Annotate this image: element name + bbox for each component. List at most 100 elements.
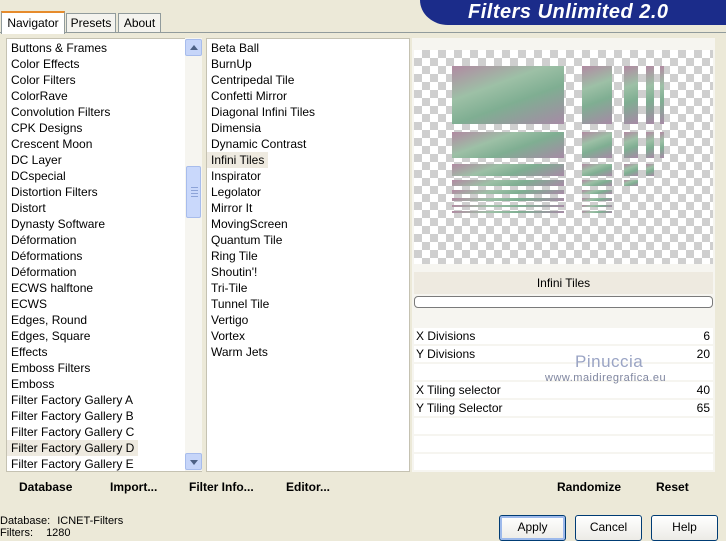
category-item[interactable]: DC Layer	[7, 152, 66, 168]
progress-bar	[414, 296, 713, 308]
help-button[interactable]: Help	[651, 515, 718, 541]
param-value: 40	[696, 383, 710, 397]
reset-button[interactable]: Reset	[656, 480, 689, 494]
category-item[interactable]: Buttons & Frames	[7, 40, 111, 56]
filter-item[interactable]: Ring Tile	[207, 248, 262, 264]
tab-navigator[interactable]: Navigator	[1, 11, 65, 34]
category-scrollbar[interactable]	[185, 38, 202, 471]
filter-item[interactable]: MovingScreen	[207, 216, 292, 232]
editor-button[interactable]: Editor...	[286, 480, 330, 494]
filter-item[interactable]: Shoutin'!	[207, 264, 261, 280]
database-button[interactable]: Database	[19, 480, 72, 494]
filter-item[interactable]: Infini Tiles	[207, 152, 269, 168]
preview-tile	[646, 132, 654, 158]
filter-item[interactable]: Confetti Mirror	[207, 88, 291, 104]
category-item[interactable]: ECWS	[7, 296, 51, 312]
selected-filter-name: Infini Tiles	[414, 272, 713, 294]
category-item[interactable]: ColorRave	[7, 88, 72, 104]
filter-item[interactable]: Inspirator	[207, 168, 265, 184]
param-slider-y-tiling-selector[interactable]: Y Tiling Selector 65	[414, 400, 713, 416]
filter-item[interactable]: Tunnel Tile	[207, 296, 273, 312]
filter-list[interactable]: Beta Ball BurnUp Centripedal Tile Confetti …	[206, 38, 410, 472]
tab-about[interactable]: About	[118, 13, 161, 32]
randomize-button[interactable]: Randomize	[557, 480, 621, 494]
cancel-button[interactable]: Cancel	[575, 515, 642, 541]
category-item[interactable]: Filter Factory Gallery D	[7, 440, 139, 456]
app-banner: Filters Unlimited 2.0	[420, 0, 726, 25]
preview-tile	[582, 211, 612, 213]
filter-item[interactable]: BurnUp	[207, 56, 256, 72]
category-item[interactable]: Filter Factory Gallery B	[7, 408, 138, 424]
watermark-name: Pinuccia	[575, 352, 644, 371]
category-item[interactable]: Déformation	[7, 264, 80, 280]
chevron-down-icon	[190, 460, 198, 465]
category-item[interactable]: Filter Factory Gallery C	[7, 424, 138, 440]
param-value: 65	[696, 401, 710, 415]
scroll-up-button[interactable]	[185, 39, 202, 56]
filter-item[interactable]: Quantum Tile	[207, 232, 286, 248]
category-item[interactable]: Edges, Round	[7, 312, 91, 328]
category-item[interactable]: Crescent Moon	[7, 136, 96, 152]
category-item[interactable]: Déformations	[7, 248, 86, 264]
database-value: ICNET-Filters	[57, 515, 124, 527]
tab-presets[interactable]: Presets	[66, 13, 116, 32]
category-item[interactable]: CPK Designs	[7, 120, 86, 136]
filter-item[interactable]: Legolator	[207, 184, 265, 200]
param-slider-x-tiling-selector[interactable]: X Tiling selector 40	[414, 382, 713, 398]
preview-tile	[660, 66, 664, 124]
filter-item[interactable]: Dimensia	[207, 120, 265, 136]
import-button[interactable]: Import...	[110, 480, 157, 494]
category-item[interactable]: ECWS halftone	[7, 280, 97, 296]
category-item[interactable]: Color Effects	[7, 56, 83, 72]
filter-item[interactable]: Tri-Tile	[207, 280, 251, 296]
category-item[interactable]: Convolution Filters	[7, 104, 114, 120]
filter-item[interactable]: Warm Jets	[207, 344, 272, 360]
param-label: Y Divisions	[416, 347, 476, 361]
category-item[interactable]: Emboss	[7, 376, 58, 392]
preview-tile	[624, 132, 638, 158]
category-list[interactable]: Buttons & Frames Color Effects Color Filte…	[6, 38, 202, 472]
chevron-up-icon	[190, 45, 198, 50]
tab-divider	[0, 32, 726, 33]
category-item[interactable]: Emboss Filters	[7, 360, 94, 376]
grip-line	[191, 190, 198, 191]
filter-item[interactable]: Mirror It	[207, 200, 256, 216]
banner-title: Filters Unlimited 2.0	[468, 1, 669, 23]
param-value: 6	[703, 329, 710, 343]
filter-item[interactable]: Vertigo	[207, 312, 252, 328]
filter-item[interactable]: Dynamic Contrast	[207, 136, 310, 152]
category-item[interactable]: Color Filters	[7, 72, 80, 88]
scroll-thumb[interactable]	[186, 166, 201, 218]
category-item[interactable]: Filter Factory Gallery A	[7, 392, 137, 408]
category-item[interactable]: Distortion Filters	[7, 184, 102, 200]
category-item[interactable]: Déformation	[7, 232, 80, 248]
filter-item[interactable]: Vortex	[207, 328, 249, 344]
preview-tile	[624, 66, 638, 124]
grip-line	[191, 187, 198, 188]
preview-tile	[646, 66, 654, 124]
category-item[interactable]: DCspecial	[7, 168, 70, 184]
param-slider-x-divisions[interactable]: X Divisions 6	[414, 328, 713, 344]
param-label: Y Tiling Selector	[416, 401, 503, 415]
category-item[interactable]: Dynasty Software	[7, 216, 109, 232]
filter-item[interactable]: Diagonal Infini Tiles	[207, 104, 319, 120]
preview-tile	[660, 132, 664, 158]
filter-info-button[interactable]: Filter Info...	[189, 480, 254, 494]
filter-item[interactable]: Centripedal Tile	[207, 72, 298, 88]
preview-tile	[646, 164, 654, 176]
watermark-url: www.maidiregrafica.eu	[545, 372, 667, 384]
preview-tile	[582, 132, 612, 158]
param-slider-y-divisions[interactable]: Y Divisions 20	[414, 346, 713, 362]
filters-label: Filters:	[0, 527, 33, 539]
category-item[interactable]: Effects	[7, 344, 51, 360]
param-slot-empty	[414, 454, 713, 470]
filter-item[interactable]: Beta Ball	[207, 40, 263, 56]
preview-tile	[452, 180, 564, 186]
category-item[interactable]: Edges, Square	[7, 328, 94, 344]
param-slot-empty	[414, 436, 713, 452]
param-value: 20	[696, 347, 710, 361]
apply-button[interactable]: Apply	[499, 515, 566, 541]
scroll-down-button[interactable]	[185, 453, 202, 470]
category-item[interactable]: Filter Factory Gallery E	[7, 456, 138, 472]
category-item[interactable]: Distort	[7, 200, 50, 216]
